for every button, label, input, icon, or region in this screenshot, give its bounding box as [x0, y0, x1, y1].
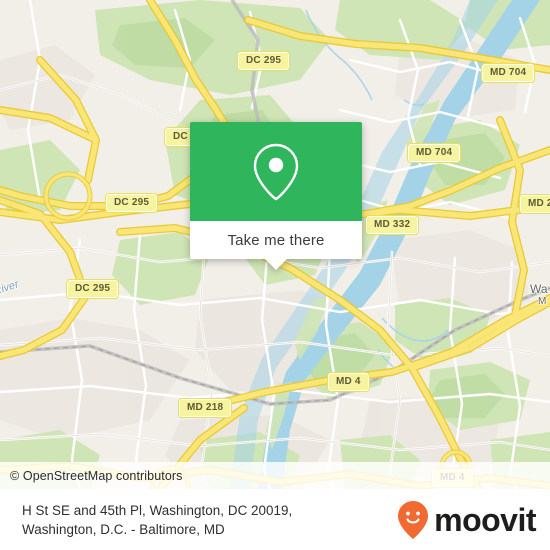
popup-header	[190, 122, 362, 221]
road-shield: DC 295	[65, 279, 120, 299]
road-shield: MD 4	[327, 372, 370, 392]
road-shield: MD 21	[518, 194, 550, 214]
road-shield: MD 704	[480, 63, 536, 83]
map-label-place-secondary: M	[538, 296, 547, 307]
moovit-map-screen: DC 295 MD 704 DC MD 704 DC 295 MD 332 MD…	[0, 0, 550, 550]
road-shield: DC 295	[104, 193, 159, 213]
map-pin-icon	[253, 143, 299, 200]
osm-attribution-text: © OpenStreetMap contributors	[10, 468, 183, 483]
moovit-pin-smiley-icon	[398, 500, 429, 539]
footer-bar: H St SE and 45th Pl, Washington, DC 2001…	[0, 489, 550, 550]
road-shield: MD 704	[406, 143, 462, 163]
take-me-there-label: Take me there	[227, 231, 325, 249]
osm-attribution[interactable]: © OpenStreetMap contributors	[0, 462, 550, 489]
location-title: H St SE and 45th Pl, Washington, DC 2001…	[22, 501, 292, 539]
road-shield: DC 295	[236, 51, 291, 71]
map-popup-card[interactable]: Take me there	[190, 122, 362, 270]
location-title-line2: Washington, D.C. - Baltimore, MD	[22, 521, 225, 537]
popup-action-row[interactable]: Take me there	[190, 221, 362, 270]
map-label-place: Wa	[530, 282, 548, 296]
moovit-wordmark: moovit	[434, 501, 536, 538]
moovit-logo[interactable]: moovit	[397, 500, 536, 540]
road-shield: MD 332	[364, 215, 420, 235]
popup-pointer	[264, 258, 288, 270]
road-shield: MD 218	[177, 398, 233, 418]
location-title-line1: H St SE and 45th Pl, Washington, DC 2001…	[22, 502, 293, 518]
